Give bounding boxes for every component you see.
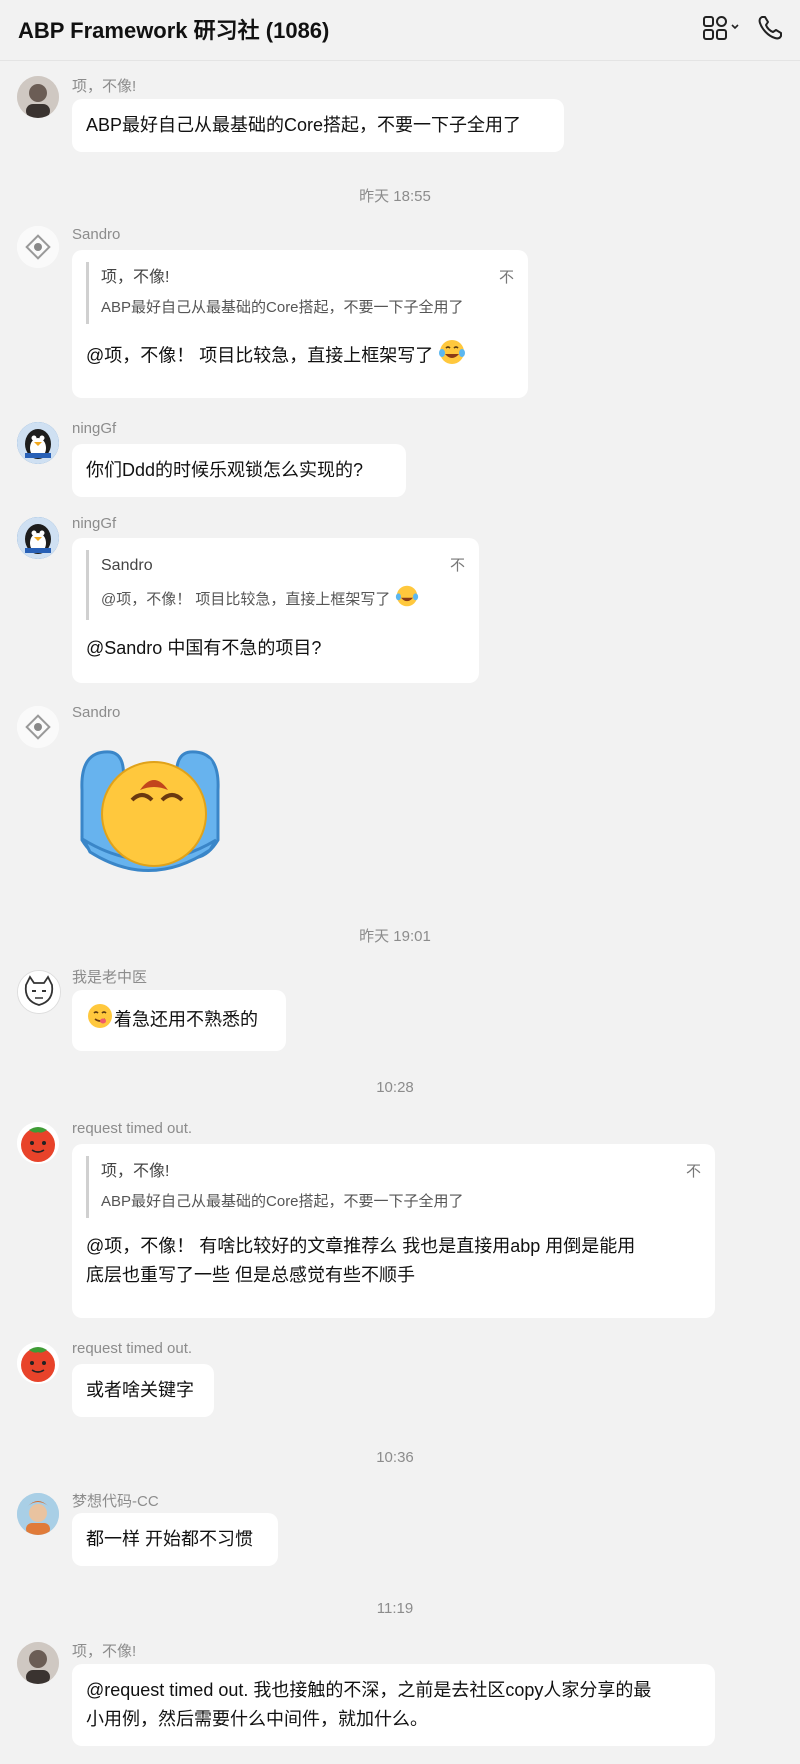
avatar[interactable] [17,706,59,748]
message-text: 你们Ddd的时候乐观锁怎么实现的? [86,460,364,480]
crying-laugh-sticker-icon[interactable] [70,730,230,895]
phone-icon[interactable] [756,14,784,42]
sender-name: Sandro [72,704,121,721]
message-text-line: 小用例，然后需要什么中间件，就加什么。 [86,1709,428,1729]
message-text: 或者啥关键字 [86,1380,194,1400]
timestamp: 昨天 19:01 [359,928,431,945]
laughing-tears-emoji-icon [395,584,419,616]
sender-name: request timed out. [72,1340,193,1357]
avatar[interactable] [17,226,59,268]
chat-header: ABP Framework 研习社 (1086) [0,0,800,61]
quote-sender: 项，不像! [101,1163,170,1180]
avatar[interactable] [17,76,59,118]
quote-marker: 不 [685,1163,701,1180]
sender-name: request timed out. [72,1120,193,1137]
quoted-message[interactable]: 项，不像! ABP最好自己从最基础的Core搭起，不要一下子全用了 不 [86,1156,701,1218]
message-bubble[interactable]: 着急还用不熟悉的 [72,990,286,1051]
message-text: 着急还用不熟悉的 [114,1009,258,1030]
quote-sender: 项，不像! [101,269,170,286]
timestamp: 昨天 18:55 [359,188,431,205]
message-bubble[interactable]: 或者啥关键字 [72,1364,214,1417]
message-text: 都一样 开始都不习惯 [86,1529,254,1549]
quoted-message[interactable]: Sandro @项，不像！ 项目比较急，直接上框架写了 不 [86,550,465,620]
sender-name: 项，不像! [72,1643,137,1660]
timestamp: 11:19 [376,1600,414,1617]
quote-sender: Sandro [101,557,153,574]
message-bubble[interactable]: Sandro @项，不像！ 项目比较急，直接上框架写了 不 @Sandro 中国… [72,538,479,683]
quoted-message[interactable]: 项，不像! ABP最好自己从最基础的Core搭起，不要一下子全用了 不 [86,262,514,324]
sender-name: 项，不像! [72,78,137,95]
chat-title: ABP Framework 研习社 (1086) [18,18,330,43]
message-text-line: @项，不像！ 有啥比较好的文章推荐么 我也是直接用abp 用倒是能用 [86,1236,636,1256]
quote-marker: 不 [449,557,465,574]
avatar[interactable] [17,422,59,464]
sender-name: ningGf [72,515,117,532]
message-bubble[interactable]: @request timed out. 我也接触的不深，之前是去社区copy人家… [72,1664,715,1746]
avatar[interactable] [17,970,61,1014]
message-text-line: @request timed out. 我也接触的不深，之前是去社区copy人家… [86,1680,652,1700]
header-actions [702,14,784,42]
quote-marker: 不 [498,269,514,286]
message-bubble[interactable]: 你们Ddd的时候乐观锁怎么实现的? [72,444,406,497]
apps-grid-icon[interactable] [702,15,742,41]
avatar[interactable] [17,1493,59,1535]
quote-text: ABP最好自己从最基础的Core搭起，不要一下子全用了 [101,299,464,316]
avatar[interactable] [17,1122,59,1164]
sender-name: 我是老中医 [72,969,148,986]
yum-emoji-icon [86,1002,114,1039]
message-bubble[interactable]: 都一样 开始都不习惯 [72,1513,278,1566]
timestamp: 10:28 [376,1079,414,1096]
sender-name: 梦想代码-CC [72,1493,159,1510]
quote-text: ABP最好自己从最基础的Core搭起，不要一下子全用了 [101,1193,464,1210]
message-bubble[interactable]: ABP最好自己从最基础的Core搭起，不要一下子全用了 [72,99,564,152]
avatar[interactable] [17,1342,59,1384]
avatar[interactable] [17,1642,59,1684]
message-bubble[interactable]: 项，不像! ABP最好自己从最基础的Core搭起，不要一下子全用了 不 @项，不… [72,250,528,398]
sender-name: Sandro [72,226,121,243]
message-text: @项，不像！ 项目比较急，直接上框架写了 [86,345,434,366]
message-text: ABP最好自己从最基础的Core搭起，不要一下子全用了 [86,115,522,135]
sender-name: ningGf [72,420,117,437]
timestamp: 10:36 [376,1449,414,1466]
laughing-tears-emoji-icon [438,338,466,375]
message-text-line: 底层也重写了一些 但是总感觉有些不顺手 [86,1265,415,1285]
message-bubble[interactable]: 项，不像! ABP最好自己从最基础的Core搭起，不要一下子全用了 不 @项，不… [72,1144,715,1318]
avatar[interactable] [17,517,59,559]
message-text: @Sandro 中国有不急的项目? [86,638,322,658]
quote-text: @项，不像！ 项目比较急，直接上框架写了 [101,590,391,608]
